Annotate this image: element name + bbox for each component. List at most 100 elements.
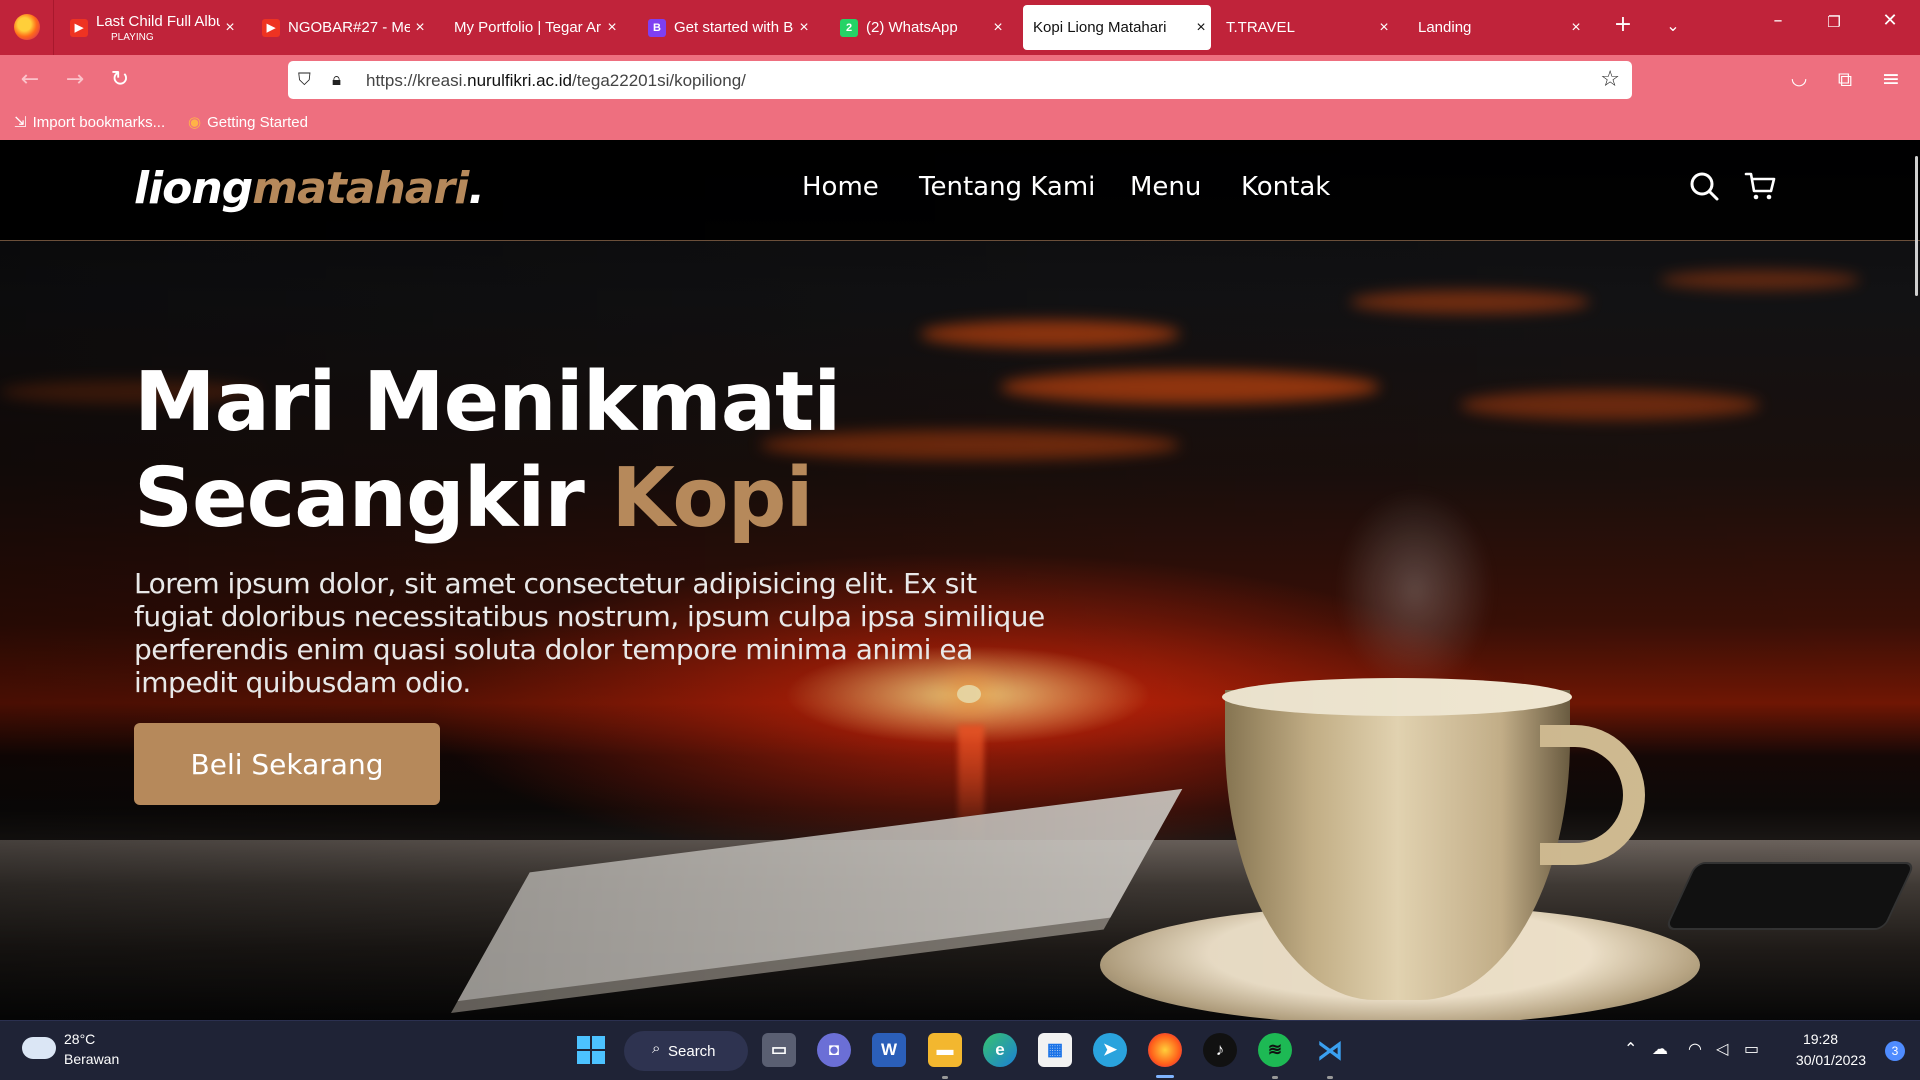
bookmark-label: Import bookmarks...: [32, 113, 166, 131]
close-tab-icon[interactable]: ×: [794, 19, 814, 37]
show-hidden-icons-icon[interactable]: ⌃: [1624, 1039, 1637, 1058]
running-indicator: [1272, 1076, 1278, 1079]
browser-nav-bar: ← → ↻ ⛉ 🔒︎ https://kreasi.nurulfikri.ac.…: [0, 55, 1920, 105]
reload-icon[interactable]: ↻: [105, 67, 135, 93]
tab-last-child[interactable]: ▶ Last Child Full Album PLAYING ×: [70, 5, 240, 50]
weather-temperature[interactable]: 28°C: [64, 1031, 95, 1047]
close-tab-icon[interactable]: ×: [1566, 19, 1586, 37]
tab-title: Kopi Liong Matahari: [1033, 19, 1167, 36]
edge-icon[interactable]: e: [983, 1033, 1017, 1067]
url-text[interactable]: https://kreasi.nurulfikri.ac.id/tega2220…: [366, 71, 746, 91]
bookmark-getting-started[interactable]: ◉ Getting Started: [188, 113, 308, 132]
tab-title: My Portfolio | Tegar Ar: [454, 19, 602, 36]
lock-icon[interactable]: 🔒︎: [332, 70, 341, 90]
tab-title: Last Child Full Album: [96, 13, 220, 30]
tab-whatsapp[interactable]: 2 (2) WhatsApp ×: [840, 5, 1008, 50]
notification-badge[interactable]: 3: [1885, 1041, 1905, 1061]
tab-ngobar[interactable]: ▶ NGOBAR#27 - Mengenal ×: [262, 5, 430, 50]
tab-title: NGOBAR#27 - Mengenal: [288, 19, 410, 36]
task-view-icon[interactable]: ▭: [762, 1033, 796, 1067]
tab-title: Get started with Bootstrap: [674, 19, 794, 36]
chat-icon[interactable]: ◘: [817, 1033, 851, 1067]
tab-ttravel[interactable]: T.TRAVEL ×: [1226, 5, 1394, 50]
bookmarks-bar: ⇲ Import bookmarks... ◉ Getting Started: [0, 105, 1920, 140]
address-bar[interactable]: ⛉ 🔒︎ https://kreasi.nurulfikri.ac.id/teg…: [288, 61, 1632, 99]
youtube-icon: ▶: [262, 18, 280, 37]
tab-playing-label: PLAYING: [111, 32, 154, 43]
vscode-icon[interactable]: ⋊: [1313, 1033, 1347, 1067]
browser-tab-bar: ▶ Last Child Full Album PLAYING × ▶ NGOB…: [0, 0, 1920, 55]
tab-landing[interactable]: Landing ×: [1418, 5, 1586, 50]
word-icon[interactable]: W: [872, 1033, 906, 1067]
spotify-icon[interactable]: ≋: [1258, 1033, 1292, 1067]
tab-portfolio[interactable]: My Portfolio | Tegar Ar ×: [454, 5, 622, 50]
file-explorer-icon[interactable]: ▬: [928, 1033, 962, 1067]
search-icon: ⌕: [652, 1040, 661, 1057]
tab-title: (2) WhatsApp: [866, 19, 958, 36]
tab-separator: [53, 0, 54, 55]
whatsapp-icon: 2: [840, 18, 858, 37]
close-tab-icon[interactable]: ×: [220, 19, 240, 37]
clock-time[interactable]: 19:28: [1803, 1031, 1838, 1047]
hero-title-line2: Secangkir Kopi: [134, 451, 814, 546]
active-app-indicator: [1156, 1075, 1174, 1078]
minimize-icon[interactable]: –: [1758, 10, 1798, 31]
hero-description: Lorem ipsum dolor, sit amet consectetur …: [134, 567, 1045, 699]
bookmark-label: Getting Started: [207, 113, 308, 131]
tab-title: T.TRAVEL: [1226, 19, 1295, 36]
page-scrollbar[interactable]: [1915, 156, 1918, 296]
site-logo[interactable]: liongmatahari.: [134, 163, 485, 214]
extensions-icon[interactable]: ⧉: [1830, 67, 1860, 93]
tracking-shield-icon[interactable]: ⛉: [298, 70, 311, 90]
close-tab-icon[interactable]: ×: [988, 19, 1008, 37]
battery-icon[interactable]: ▭: [1744, 1039, 1759, 1058]
forward-icon[interactable]: →: [60, 67, 90, 93]
weather-condition[interactable]: Berawan: [64, 1051, 119, 1067]
nav-kontak[interactable]: Kontak: [1241, 172, 1330, 202]
close-window-icon[interactable]: ✕: [1870, 10, 1910, 31]
menu-icon[interactable]: ≡: [1876, 67, 1906, 93]
firefox-icon: ◉: [188, 114, 202, 131]
back-icon[interactable]: ←: [15, 67, 45, 93]
close-tab-icon[interactable]: ×: [1374, 19, 1394, 37]
close-tab-icon[interactable]: ×: [1191, 19, 1211, 37]
buy-now-button[interactable]: Beli Sekarang: [134, 723, 440, 805]
hero-title-line1: Mari Menikmati: [134, 355, 841, 450]
import-icon: ⇲: [14, 114, 27, 131]
tab-kopi-liong[interactable]: Kopi Liong Matahari ×: [1023, 5, 1211, 50]
hero-section: liongmatahari. Home Tentang Kami Menu Ko…: [0, 140, 1920, 1020]
volume-icon[interactable]: ◁: [1716, 1039, 1728, 1058]
bootstrap-icon: B: [648, 18, 666, 37]
pocket-icon[interactable]: ◡: [1784, 67, 1814, 93]
site-navbar: liongmatahari. Home Tentang Kami Menu Ko…: [0, 140, 1920, 241]
windows-taskbar: 28°C Berawan ⌕ Search ▭ ◘ W ▬ e ▦ ➤ ♪ ≋ …: [0, 1020, 1920, 1080]
firefox-menu-icon[interactable]: [14, 14, 40, 40]
page-viewport: liongmatahari. Home Tentang Kami Menu Ko…: [0, 140, 1920, 1020]
store-icon[interactable]: ▦: [1038, 1033, 1072, 1067]
nav-home[interactable]: Home: [802, 172, 879, 202]
nav-menu[interactable]: Menu: [1130, 172, 1201, 202]
taskbar-search[interactable]: ⌕ Search: [624, 1031, 748, 1071]
telegram-icon[interactable]: ➤: [1093, 1033, 1127, 1067]
nav-tentang-kami[interactable]: Tentang Kami: [919, 172, 1095, 202]
onedrive-icon[interactable]: ☁: [1652, 1039, 1668, 1058]
firefox-icon[interactable]: [1148, 1033, 1182, 1067]
search-icon[interactable]: [1688, 170, 1720, 202]
running-indicator: [1327, 1076, 1333, 1079]
youtube-icon: ▶: [70, 18, 88, 37]
bookmark-import[interactable]: ⇲ Import bookmarks...: [14, 113, 166, 132]
wifi-icon[interactable]: ◠: [1688, 1039, 1702, 1058]
new-tab-icon[interactable]: +: [1608, 12, 1638, 37]
running-indicator: [942, 1076, 948, 1079]
cloud-weather-icon[interactable]: [22, 1037, 56, 1059]
list-tabs-icon[interactable]: ⌄: [1658, 16, 1688, 35]
tab-bootstrap[interactable]: B Get started with Bootstrap ×: [648, 5, 814, 50]
windows-start-icon[interactable]: [574, 1033, 608, 1067]
clock-date[interactable]: 30/01/2023: [1796, 1052, 1866, 1068]
cart-icon[interactable]: [1744, 170, 1776, 202]
close-tab-icon[interactable]: ×: [410, 19, 430, 37]
restore-icon[interactable]: ❐: [1814, 13, 1854, 31]
tiktok-icon[interactable]: ♪: [1203, 1033, 1237, 1067]
close-tab-icon[interactable]: ×: [602, 19, 622, 37]
bookmark-star-icon[interactable]: ☆: [1600, 67, 1620, 92]
